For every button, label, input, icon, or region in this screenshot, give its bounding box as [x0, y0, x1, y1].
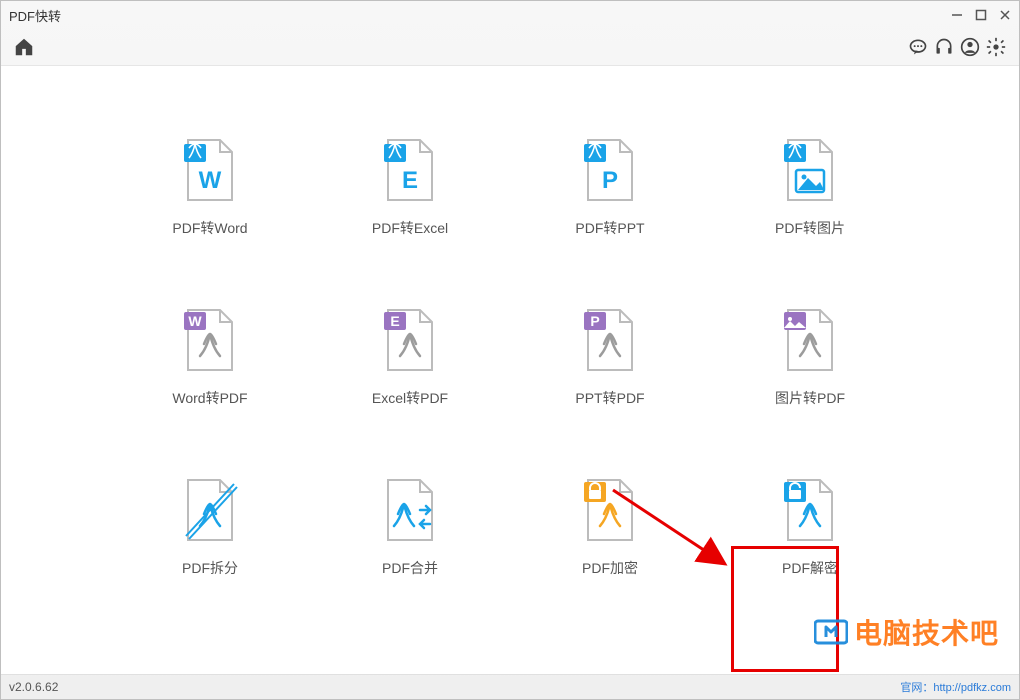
tile-label: PDF解密 [782, 558, 838, 578]
statusbar: v2.0.6.62 官网：http://pdfkz.com [1, 675, 1019, 699]
version-label: v2.0.6.62 [9, 680, 58, 694]
svg-text:W: W [199, 167, 222, 194]
ppt-to-pdf-icon: P [576, 306, 644, 374]
support-button[interactable] [931, 34, 957, 60]
svg-text:W: W [188, 313, 202, 329]
tile-pdf-merge[interactable]: PDF合并 [310, 476, 510, 646]
content-area: W PDF转Word E PDF转Excel [1, 65, 1019, 675]
gear-icon [986, 37, 1006, 57]
window-controls [951, 9, 1011, 21]
tile-label: PDF拆分 [182, 558, 238, 578]
tile-ppt-to-pdf[interactable]: P PPT转PDF [510, 306, 710, 476]
headset-icon [934, 37, 954, 57]
tile-image-to-pdf[interactable]: 图片转PDF [710, 306, 910, 476]
minimize-button[interactable] [951, 9, 963, 21]
user-icon [960, 37, 980, 57]
svg-text:P: P [590, 313, 599, 329]
tile-pdf-decrypt[interactable]: PDF解密 [710, 476, 910, 646]
svg-text:E: E [402, 167, 418, 194]
tile-pdf-to-excel[interactable]: E PDF转Excel [310, 136, 510, 306]
tile-label: 图片转PDF [775, 388, 845, 408]
pdf-merge-icon [376, 476, 444, 544]
official-site-link[interactable]: 官网：http://pdfkz.com [900, 679, 1011, 695]
tile-pdf-to-image[interactable]: PDF转图片 [710, 136, 910, 306]
tile-label: PDF加密 [582, 558, 638, 578]
pdf-to-excel-icon: E [376, 136, 444, 204]
excel-to-pdf-icon: E [376, 306, 444, 374]
svg-text:P: P [602, 167, 618, 194]
chat-button[interactable] [905, 34, 931, 60]
tile-label: PDF转PPT [575, 218, 644, 238]
pdf-to-image-icon [776, 136, 844, 204]
word-to-pdf-icon: W [176, 306, 244, 374]
tile-pdf-to-ppt[interactable]: P PDF转PPT [510, 136, 710, 306]
tool-grid: W PDF转Word E PDF转Excel [1, 66, 1019, 646]
tile-excel-to-pdf[interactable]: E Excel转PDF [310, 306, 510, 476]
tile-label: Word转PDF [172, 388, 247, 408]
tile-label: PDF合并 [382, 558, 438, 578]
maximize-button[interactable] [975, 9, 987, 21]
home-button[interactable] [11, 34, 37, 60]
chat-icon [908, 37, 928, 57]
home-icon [13, 36, 35, 58]
close-button[interactable] [999, 9, 1011, 21]
tile-word-to-pdf[interactable]: W Word转PDF [110, 306, 310, 476]
tile-label: PDF转图片 [775, 218, 845, 238]
pdf-split-icon [176, 476, 244, 544]
tile-label: PDF转Excel [372, 218, 448, 238]
tile-pdf-to-word[interactable]: W PDF转Word [110, 136, 310, 306]
tile-pdf-encrypt[interactable]: PDF加密 [510, 476, 710, 646]
image-to-pdf-icon [776, 306, 844, 374]
tile-label: PDF转Word [172, 218, 247, 238]
settings-button[interactable] [983, 34, 1009, 60]
pdf-decrypt-icon [776, 476, 844, 544]
app-window: PDF快转 [0, 0, 1020, 700]
svg-text:E: E [390, 313, 399, 329]
tile-label: PPT转PDF [575, 388, 644, 408]
account-button[interactable] [957, 34, 983, 60]
tile-label: Excel转PDF [372, 388, 448, 408]
toolbar [1, 29, 1019, 65]
pdf-to-word-icon: W [176, 136, 244, 204]
titlebar: PDF快转 [1, 1, 1019, 29]
pdf-encrypt-icon [576, 476, 644, 544]
app-title: PDF快转 [9, 6, 951, 25]
pdf-to-ppt-icon: P [576, 136, 644, 204]
tile-pdf-split[interactable]: PDF拆分 [110, 476, 310, 646]
